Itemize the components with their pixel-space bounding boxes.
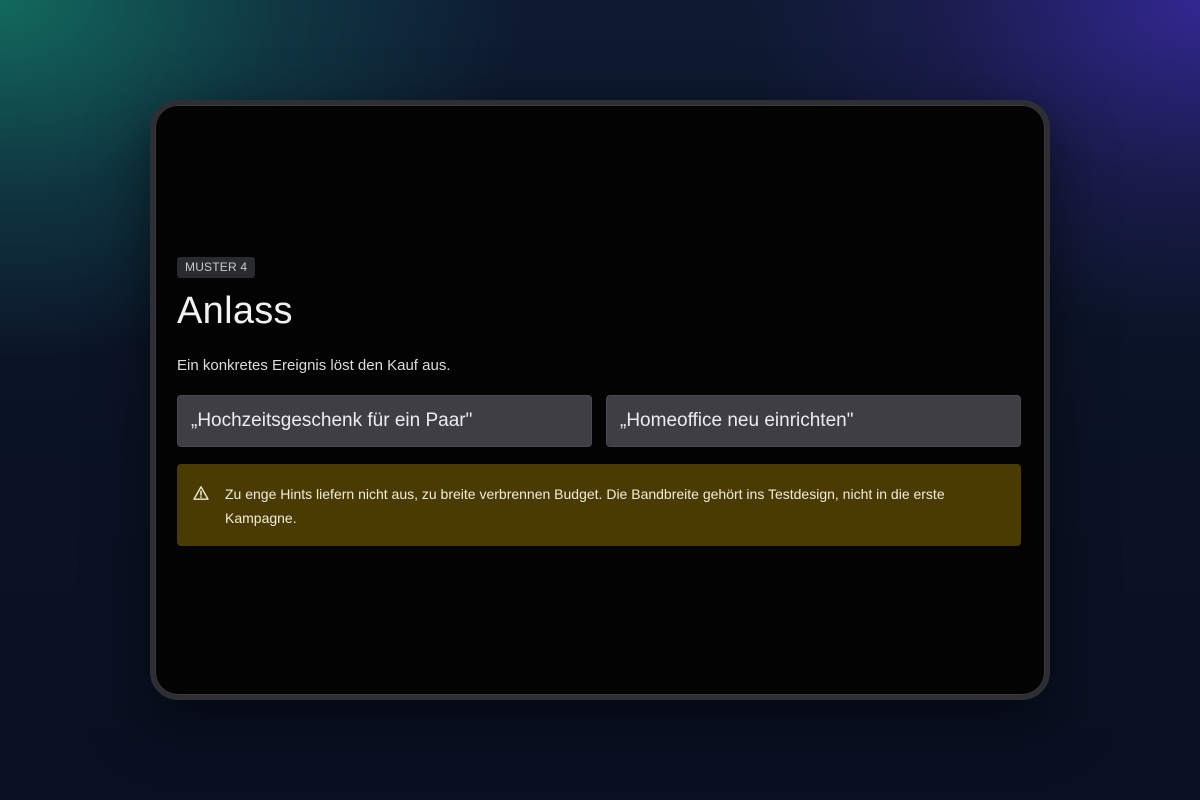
pattern-title: Anlass [177, 290, 293, 332]
warning-callout: Zu enge Hints liefern nicht aus, zu brei… [177, 464, 1021, 546]
device-frame: MUSTER 4 Anlass Ein konkretes Ereignis l… [150, 100, 1050, 700]
pattern-badge: MUSTER 4 [177, 257, 256, 278]
pattern-card: MUSTER 4 Anlass Ein konkretes Ereignis l… [177, 257, 1021, 546]
example-chip-2: „Homeoffice neu einrichten" [606, 395, 1021, 447]
warning-text: Zu enge Hints liefern nicht aus, zu brei… [225, 486, 945, 526]
example-chip-1: „Hochzeitsgeschenk für ein Paar" [177, 395, 592, 447]
example-list: „Hochzeitsgeschenk für ein Paar" „Homeof… [177, 395, 1021, 447]
pattern-description: Ein konkretes Ereignis löst den Kauf aus… [177, 357, 451, 374]
warning-triangle-icon [193, 485, 209, 501]
